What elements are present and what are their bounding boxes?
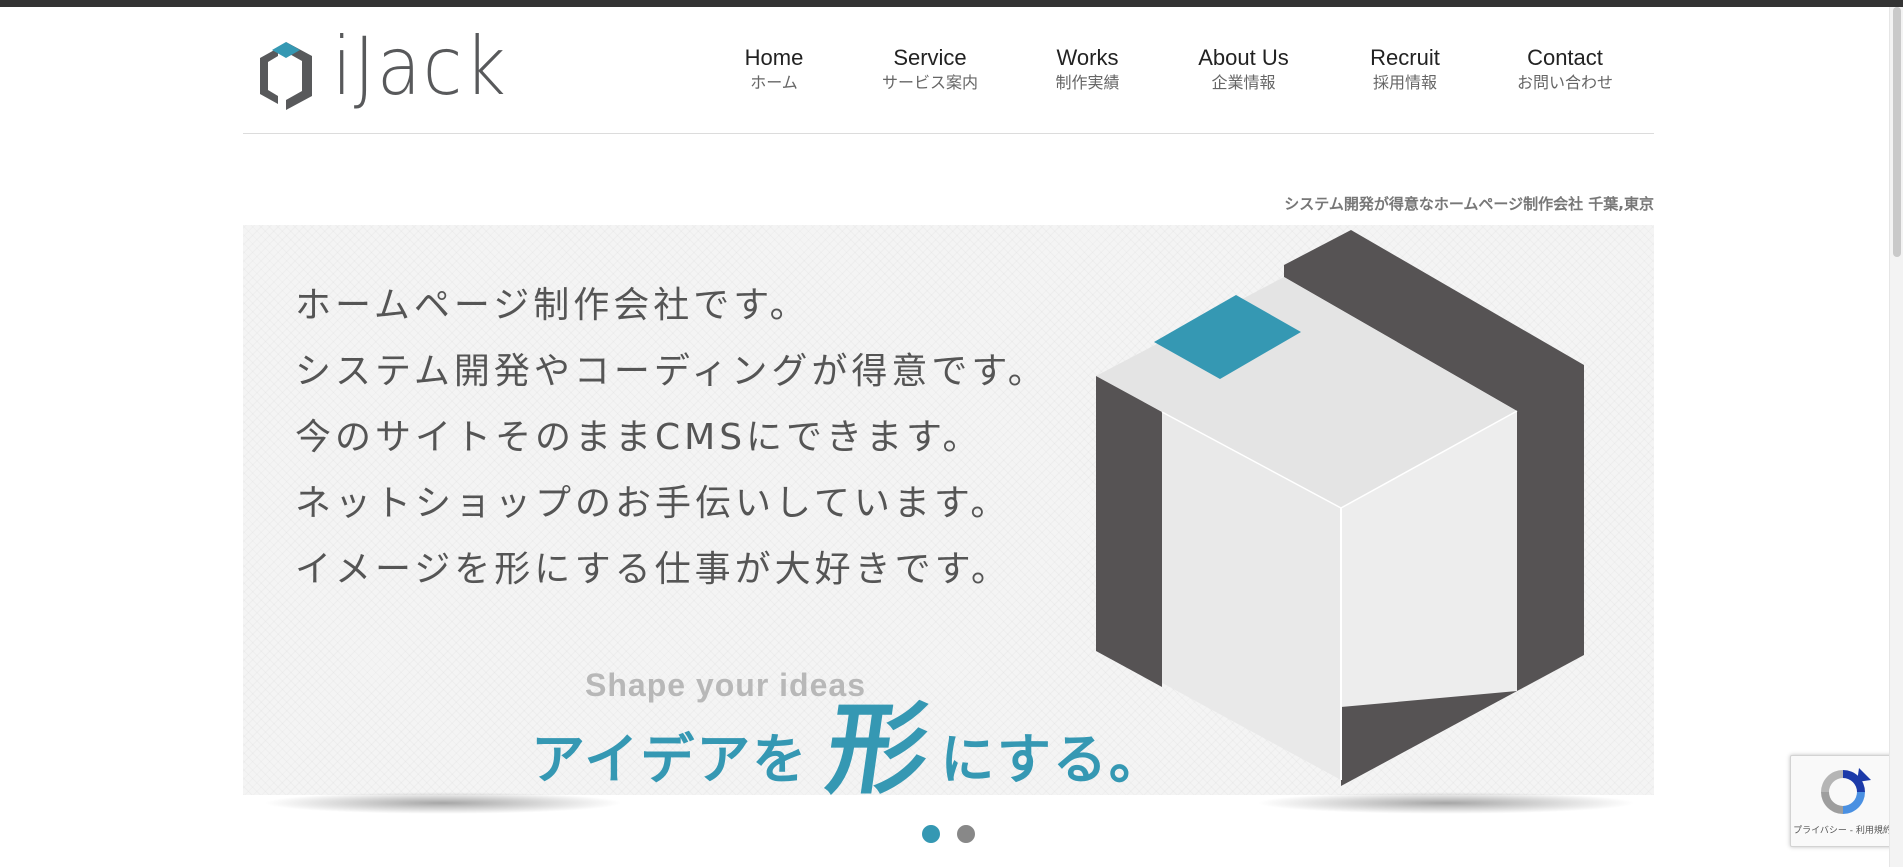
slider-pagination (0, 825, 1903, 843)
nav-item-service[interactable]: Service サービス案内 (870, 44, 990, 94)
nav-item-about-us[interactable]: About Us 企業情報 (1186, 44, 1301, 94)
recaptcha-badge[interactable]: プライバシー - 利用規約 (1790, 755, 1895, 847)
nav-sublabel: サービス案内 (881, 73, 978, 92)
nav-item-recruit[interactable]: Recruit 採用情報 (1355, 44, 1455, 94)
header-divider (243, 133, 1654, 134)
slide-shadow-right (1256, 792, 1636, 814)
scrollbar[interactable] (1889, 7, 1903, 867)
nav-item-contact[interactable]: Contact お問い合わせ (1505, 44, 1625, 94)
slide-shadow-left (263, 792, 623, 814)
nav-label: About Us (1198, 45, 1289, 70)
cube-left-bar (1096, 376, 1162, 687)
nav-sublabel: 制作実績 (1055, 73, 1120, 92)
tagline: システム開発が得意なホームページ制作会社 千葉,東京 (1284, 195, 1654, 213)
hero-slide[interactable]: ホームページ制作会社です。 システム開発やコーディングが得意です。 今のサイトそ… (243, 225, 1654, 795)
nav-label: Service (893, 45, 967, 70)
recaptcha-icon (1821, 768, 1871, 814)
nav-label: Home (744, 45, 804, 70)
nav-label: Recruit (1370, 45, 1440, 70)
recaptcha-links[interactable]: プライバシー - 利用規約 (1793, 826, 1892, 836)
scrollbar-thumb[interactable] (1893, 7, 1901, 257)
nav-sublabel: お問い合わせ (1516, 73, 1613, 92)
nav-label: Works (1056, 45, 1119, 70)
nav-sublabel: ホーム (750, 73, 798, 92)
slider-dot-1[interactable] (922, 825, 940, 843)
main-nav: Home ホーム Service サービス案内 Works 制作実績 About… (0, 44, 1903, 104)
slider-dot-2[interactable] (957, 825, 975, 843)
nav-item-home[interactable]: Home ホーム (734, 44, 814, 94)
cube-illustration (1096, 230, 1584, 786)
nav-sublabel: 企業情報 (1211, 73, 1276, 92)
nav-label: Contact (1527, 45, 1603, 70)
top-bar (0, 0, 1903, 7)
nav-item-works[interactable]: Works 制作実績 (1040, 44, 1135, 94)
nav-sublabel: 採用情報 (1372, 73, 1437, 92)
